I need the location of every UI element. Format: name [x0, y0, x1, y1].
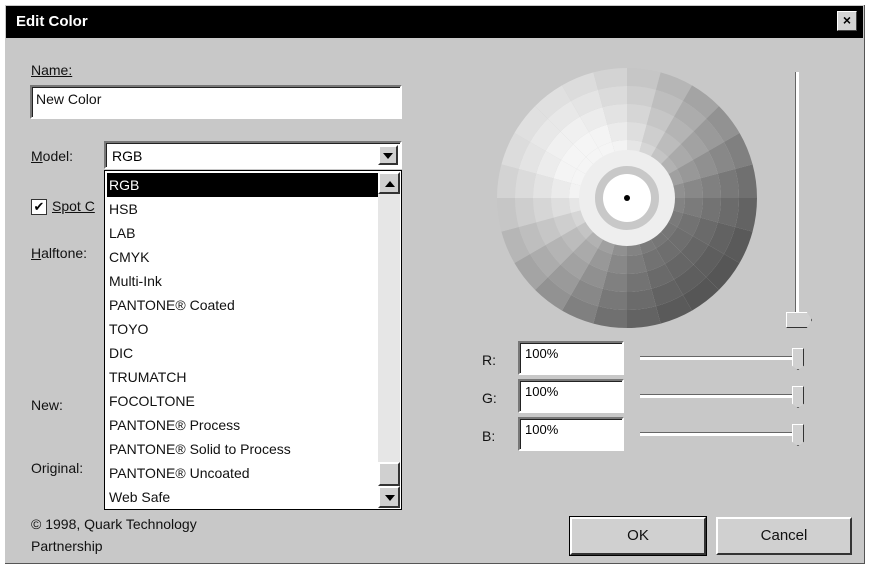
- b-slider-track[interactable]: [640, 432, 804, 436]
- wheel-segment[interactable]: [515, 198, 537, 227]
- list-item-pantone-solid-to-process[interactable]: PANTONE® Solid to Process: [107, 437, 379, 461]
- r-label: R:: [482, 352, 496, 368]
- g-slider-thumb[interactable]: [792, 386, 804, 408]
- list-item-multi-ink[interactable]: Multi-Ink: [107, 269, 379, 293]
- r-slider-track[interactable]: [640, 356, 804, 360]
- spot-color-label: Spot C: [52, 198, 95, 214]
- list-item-pantone-process[interactable]: PANTONE® Process: [107, 413, 379, 437]
- list-item-rgb[interactable]: RGB: [107, 173, 379, 197]
- wheel-segment[interactable]: [627, 288, 656, 310]
- list-item-web-safe[interactable]: Web Safe: [107, 485, 379, 509]
- g-slider-track[interactable]: [640, 394, 804, 398]
- dialog-title: Edit Color: [16, 13, 88, 30]
- b-input[interactable]: 100%: [518, 417, 624, 451]
- list-item-hsb[interactable]: HSB: [107, 197, 379, 221]
- list-item-toyo[interactable]: TOYO: [107, 317, 379, 341]
- model-selected-value: RGB: [112, 148, 143, 164]
- brightness-slider-track[interactable]: [795, 72, 799, 322]
- list-item-pantone-uncoated[interactable]: PANTONE® Uncoated: [107, 461, 379, 485]
- list-item-focoltone[interactable]: FOCOLTONE: [107, 389, 379, 413]
- model-label: Model:: [31, 148, 74, 164]
- list-item-lab[interactable]: LAB: [107, 221, 379, 245]
- scroll-thumb[interactable]: [378, 462, 400, 486]
- wheel-segment[interactable]: [717, 169, 739, 198]
- wheel-segment[interactable]: [598, 288, 627, 310]
- copyright-line2: Partnership: [31, 538, 103, 554]
- list-item-cmyk[interactable]: CMYK: [107, 245, 379, 269]
- scroll-down-icon[interactable]: [378, 486, 400, 508]
- chevron-down-icon[interactable]: [378, 145, 398, 165]
- g-label: G:: [482, 390, 497, 406]
- halftone-label: Halftone:: [31, 245, 88, 261]
- wheel-selection-marker: [624, 195, 630, 201]
- name-input[interactable]: New Color: [30, 85, 402, 119]
- b-slider-thumb[interactable]: [792, 424, 804, 446]
- color-wheel[interactable]: [497, 68, 757, 328]
- r-slider-thumb[interactable]: [792, 348, 804, 370]
- wheel-segment[interactable]: [598, 86, 627, 108]
- b-label: B:: [482, 428, 496, 444]
- wheel-segment[interactable]: [627, 86, 656, 108]
- ok-button[interactable]: OK: [569, 516, 707, 556]
- spot-color-checkbox[interactable]: ✔: [31, 199, 47, 215]
- list-item-trumatch[interactable]: TRUMATCH: [107, 365, 379, 389]
- wheel-segment[interactable]: [717, 198, 739, 227]
- list-item-dic[interactable]: DIC: [107, 341, 379, 365]
- r-input[interactable]: 100%: [518, 341, 624, 375]
- name-label: Name:: [31, 62, 73, 78]
- scroll-up-icon[interactable]: [378, 172, 400, 194]
- list-item-pantone-coated[interactable]: PANTONE® Coated: [107, 293, 379, 317]
- copyright-line1: © 1998, Quark Technology: [31, 516, 197, 532]
- cancel-button[interactable]: Cancel: [716, 517, 852, 555]
- wheel-segment[interactable]: [515, 169, 537, 198]
- list-scrollbar[interactable]: [378, 172, 400, 508]
- g-input[interactable]: 100%: [518, 379, 624, 413]
- title-bar: Edit Color ×: [6, 6, 863, 38]
- new-label: New:: [31, 397, 63, 413]
- close-icon[interactable]: ×: [837, 11, 857, 31]
- model-dropdown-list[interactable]: RGB HSB LAB CMYK Multi-Ink PANTONE® Coat…: [104, 170, 402, 510]
- brightness-slider-thumb[interactable]: [786, 312, 812, 328]
- model-select[interactable]: RGB: [104, 141, 402, 169]
- original-label: Original:: [31, 460, 84, 476]
